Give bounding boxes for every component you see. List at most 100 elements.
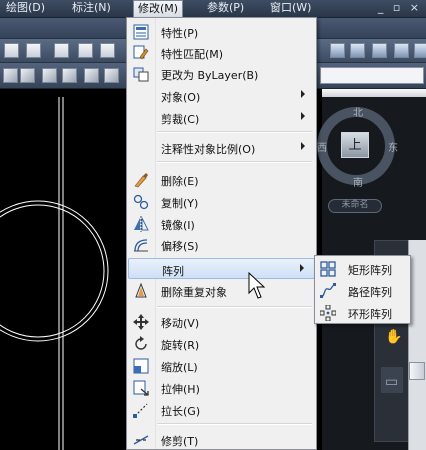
zoom-previous-icon[interactable]: [26, 43, 41, 58]
submenu-arrow-icon: [301, 90, 305, 98]
zoom-window-icon[interactable]: [4, 43, 19, 58]
view-back-icon[interactable]: [104, 68, 119, 83]
menu-item-array[interactable]: 阵列: [128, 258, 315, 279]
properties-icon: [133, 24, 149, 40]
layer-tool-2-icon[interactable]: [350, 43, 365, 58]
menu-item-label: 缩放(L): [161, 361, 198, 374]
submenu-item-rectangular-array[interactable]: 矩形阵列: [316, 258, 409, 279]
trim-icon: [133, 435, 149, 445]
menu-item-label: 复制(Y): [161, 197, 199, 210]
rectangular-array-icon: [320, 261, 336, 277]
menu-item-label: 注释性对象比例(O): [161, 143, 256, 156]
menu-item-offset[interactable]: 偏移(S): [128, 234, 315, 255]
menu-item-stretch[interactable]: 拉伸(H): [128, 377, 315, 398]
menu-item-clip[interactable]: 剪裁(C): [128, 107, 315, 128]
menu-window[interactable]: 窗口(W): [270, 0, 311, 17]
menu-parameters[interactable]: 参数(P): [207, 0, 244, 17]
menu-item-label: 对象(O): [161, 91, 201, 104]
view-right-icon[interactable]: [62, 68, 77, 83]
menu-item-label: 特性匹配(M): [161, 48, 224, 61]
wcs-menu[interactable]: 未命名: [328, 199, 382, 213]
menu-item-label: 特性(P): [161, 27, 199, 40]
svg-text:✋: ✋: [385, 328, 402, 345]
menu-item-label: 删除重复对象: [161, 286, 227, 299]
scrollbar-thumb[interactable]: [409, 362, 425, 380]
menu-item-move[interactable]: 移动(V): [128, 311, 315, 332]
menu-item-label: 修剪(T): [161, 435, 199, 448]
properties-palette-icon[interactable]: [54, 43, 69, 58]
menu-item-properties[interactable]: 特性(P): [128, 21, 315, 42]
layer-tool-icon[interactable]: [330, 43, 345, 58]
menu-separator: [157, 423, 312, 425]
layer-dropdown[interactable]: [320, 67, 424, 84]
copy-icon: [133, 194, 149, 210]
menu-item-label: 偏移(S): [161, 240, 199, 253]
stretch-icon: [133, 380, 149, 396]
menu-item-lengthen[interactable]: 拉长(G): [128, 399, 315, 420]
compass-north[interactable]: 北: [353, 104, 363, 119]
menu-item-label: 更改为 ByLayer(B): [161, 69, 259, 82]
view-front-icon[interactable]: [84, 68, 99, 83]
submenu-item-polar-array[interactable]: 环形阵列: [316, 302, 409, 323]
tool-palettes-icon[interactable]: [100, 43, 115, 58]
mouse-pointer-icon: [248, 272, 266, 299]
menu-item-match-properties[interactable]: 特性匹配(M): [128, 42, 315, 63]
submenu-arrow-icon: [301, 112, 305, 120]
submenu-arrow-icon: [300, 264, 304, 272]
path-array-icon: [320, 283, 336, 298]
modify-menu: 特性(P) 特性匹配(M) 更改为 ByLayer(B) 对象(O) 剪裁(C)…: [126, 17, 317, 450]
menu-item-rotate[interactable]: 旋转(R): [128, 333, 315, 354]
menu-separator: [157, 161, 312, 163]
change-to-bylayer-icon: [133, 67, 149, 82]
scale-icon: [133, 358, 149, 374]
menu-modify[interactable]: 修改(M): [133, 0, 184, 17]
layer-tool-4-icon[interactable]: [394, 43, 409, 58]
submenu-item-label: 矩形阵列: [348, 264, 392, 277]
menu-item-label: 删除(E): [161, 175, 199, 188]
menu-item-annotative-scale[interactable]: 注释性对象比例(O): [128, 137, 315, 158]
submenu-item-label: 环形阵列: [348, 308, 392, 321]
compass-west[interactable]: 西: [317, 139, 327, 154]
menu-draw[interactable]: 绘图(D): [6, 0, 45, 17]
menu-item-label: 镜像(I): [161, 219, 195, 232]
move-icon: [133, 314, 149, 330]
layer-tool-5-icon[interactable]: [414, 43, 426, 58]
submenu-arrow-icon: [301, 142, 305, 150]
menu-item-delete-duplicates[interactable]: 删除重复对象: [128, 280, 315, 301]
menu-item-label: 旋转(R): [161, 339, 200, 352]
rotate-icon: [135, 336, 147, 350]
menu-item-change-to-bylayer[interactable]: 更改为 ByLayer(B): [128, 63, 315, 84]
view-left-icon[interactable]: [42, 68, 57, 83]
layer-tool-3-icon[interactable]: [372, 43, 387, 58]
compass-east[interactable]: 东: [388, 139, 398, 154]
menu-item-mirror[interactable]: 镜像(I): [128, 213, 315, 234]
menu-item-trim[interactable]: 修剪(T): [128, 429, 315, 450]
menu-item-label: 剪裁(C): [161, 113, 200, 126]
mirror-icon: [134, 216, 149, 232]
lengthen-icon: [133, 403, 148, 418]
menu-item-copy[interactable]: 复制(Y): [128, 191, 315, 212]
design-center-icon[interactable]: [78, 43, 93, 58]
menu-item-object[interactable]: 对象(O): [128, 85, 315, 106]
menu-item-label: 移动(V): [161, 317, 200, 330]
viewcube-top-face[interactable]: 上: [341, 132, 369, 158]
view-bottom-icon[interactable]: [20, 68, 35, 83]
menu-dimension[interactable]: 标注(N): [72, 0, 111, 17]
array-submenu: 矩形阵列 路径阵列 环形阵列: [314, 255, 411, 324]
delete-duplicates-icon: [135, 283, 147, 298]
polar-array-icon: [320, 305, 336, 321]
window-controls[interactable]: _ ▫ ×: [378, 1, 422, 14]
submenu-item-path-array[interactable]: 路径阵列: [316, 280, 409, 301]
erase-icon: [134, 173, 148, 188]
compass-south[interactable]: 南: [353, 174, 363, 189]
view-top-icon[interactable]: [3, 68, 18, 83]
menu-item-scale[interactable]: 缩放(L): [128, 355, 315, 376]
menu-separator: [157, 131, 312, 133]
menu-item-label: 拉伸(H): [161, 383, 200, 396]
submenu-item-label: 路径阵列: [348, 286, 392, 299]
menu-item-erase[interactable]: 删除(E): [128, 169, 315, 190]
menu-separator: [157, 306, 312, 308]
offset-icon: [134, 239, 148, 252]
menu-item-label: 阵列: [162, 265, 184, 278]
menu-bar: 绘图(D) 标注(N) 修改(M) 参数(P) 窗口(W) _ ▫ ×: [0, 0, 426, 18]
